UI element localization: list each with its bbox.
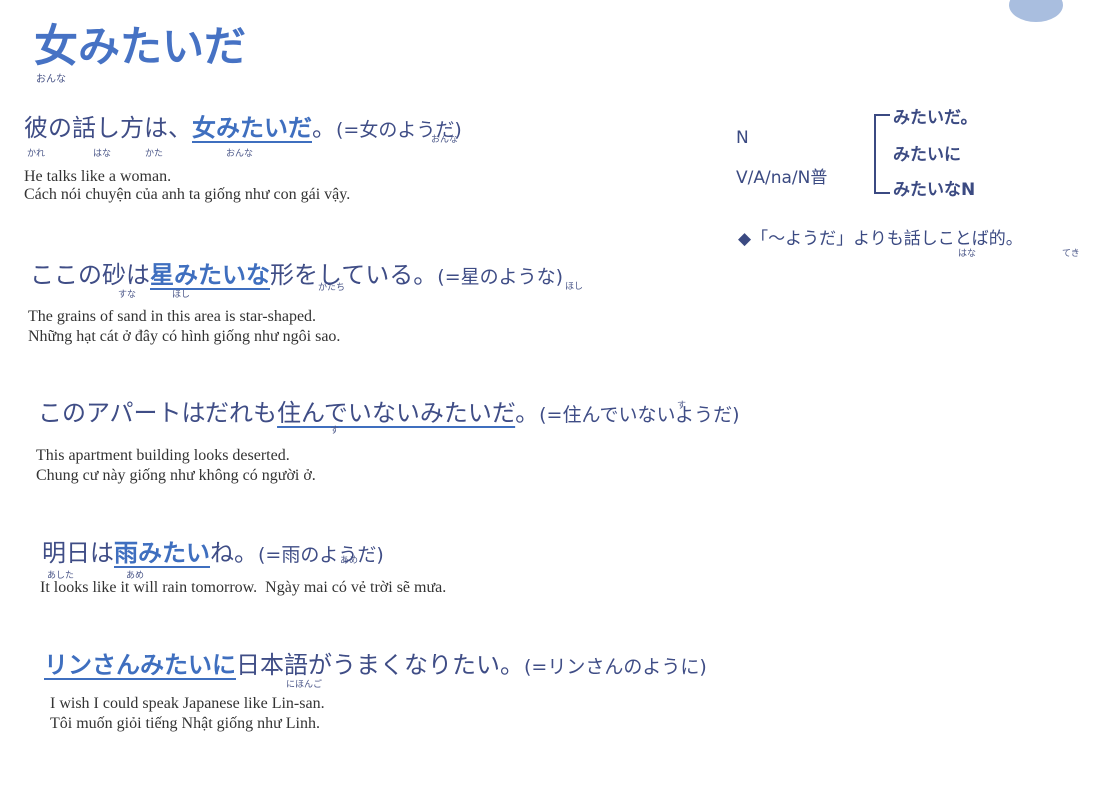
- example-3-sentence: このアパートはだれも住んでいないみたいだ。(=住んでいないようだ): [38, 393, 740, 428]
- speech-bubble-decoration: [1009, 0, 1063, 22]
- example-4-sentence: 明日は雨みたいね。(=雨のようだ): [42, 533, 384, 568]
- example-4-english-text: It looks like it will rain tomorrow.: [40, 579, 258, 596]
- furigana: おんな: [226, 149, 254, 159]
- usage-note: ◆「〜ようだ」よりも話しことば的。: [738, 229, 1023, 249]
- example-3-post: 。: [515, 399, 540, 427]
- grammar-item: みたいなN: [893, 180, 976, 200]
- example-2-post: 形をしている。: [270, 261, 438, 289]
- grammar-item: みたいに: [893, 145, 961, 165]
- example-3-vietnamese: Chung cư này giống như không có người ở.: [36, 467, 316, 484]
- title-kanji: 女: [34, 21, 78, 72]
- example-4-pre: 明日は: [42, 539, 114, 567]
- furigana: かた: [145, 149, 164, 159]
- example-1-target: 女みたいだ: [192, 114, 312, 142]
- example-4-target: 雨みたい: [114, 539, 210, 567]
- example-4-english: It looks like it will rain tomorrow. Ngà…: [40, 577, 446, 598]
- furigana: にほんご: [286, 680, 323, 690]
- furigana: てき: [1062, 249, 1080, 259]
- grammar-left-top: N: [736, 128, 749, 148]
- grammar-bracket: [874, 114, 890, 194]
- grammar-left-bottom: V/A/na/N普: [736, 168, 828, 188]
- furigana: おんな: [431, 135, 459, 145]
- furigana: す: [330, 426, 340, 436]
- title-pattern: みたいだ: [78, 22, 247, 71]
- example-4-paraphrase: (=雨のようだ): [258, 544, 384, 566]
- example-2-paraphrase: (=星のような): [437, 266, 564, 288]
- example-5-sentence: リンさんみたいに日本語がうまくなりたい。(=リンさんのように): [44, 645, 707, 680]
- example-1-pre: 彼の話し方は、: [24, 114, 192, 142]
- example-5-target: リンさんみたいに: [44, 651, 236, 679]
- example-5-vietnamese: Tôi muốn giỏi tiếng Nhật giống như Linh.: [50, 715, 320, 732]
- example-5-paraphrase: (=リンさんのように): [524, 656, 707, 678]
- example-3-english: This apartment building looks deserted.: [36, 447, 290, 464]
- example-2-vietnamese: Những hạt cát ở đây có hình giống như ng…: [28, 328, 341, 345]
- example-1-vietnamese: Cách nói chuyện của anh ta giống như con…: [24, 186, 351, 203]
- furigana: かれ: [27, 149, 46, 159]
- furigana: す: [677, 401, 687, 411]
- grammar-item: みたいだ。: [893, 108, 978, 128]
- title-furigana: おんな: [36, 74, 66, 85]
- example-3-paraphrase: (=住んでいないようだ): [539, 404, 740, 426]
- example-2-english: The grains of sand in this area is star-…: [28, 308, 317, 325]
- example-3-target: 住んでいないみたいだ: [277, 399, 516, 427]
- example-2-pre: ここの砂は: [30, 261, 150, 289]
- furigana: ほし: [565, 282, 584, 292]
- furigana: あめ: [340, 556, 359, 566]
- example-1-sentence: 彼の話し方は、女みたいだ。(=女のようだ): [24, 108, 462, 143]
- page-title: 女みたいだ: [34, 10, 246, 74]
- example-2-target: 星みたいな: [150, 261, 270, 289]
- example-2-sentence: ここの砂は星みたいな形をしている。(=星のような): [30, 255, 563, 290]
- furigana: はな: [93, 149, 112, 159]
- example-3-pre: このアパートはだれも: [38, 399, 278, 427]
- furigana: はな: [958, 249, 977, 259]
- furigana: かたち: [318, 283, 346, 293]
- example-4-vietnamese: Ngày mai có vẻ trời sẽ mưa.: [265, 579, 447, 596]
- furigana: ほし: [172, 290, 191, 300]
- example-4-post: ね。: [210, 539, 258, 567]
- example-5-english: I wish I could speak Japanese like Lin-s…: [50, 695, 325, 712]
- example-1-post: 。: [312, 114, 336, 142]
- example-3-target-wrap: 住んでいないみたいだ: [277, 399, 515, 427]
- furigana: すな: [118, 290, 137, 300]
- example-5-post: 日本語がうまくなりたい。: [236, 651, 524, 679]
